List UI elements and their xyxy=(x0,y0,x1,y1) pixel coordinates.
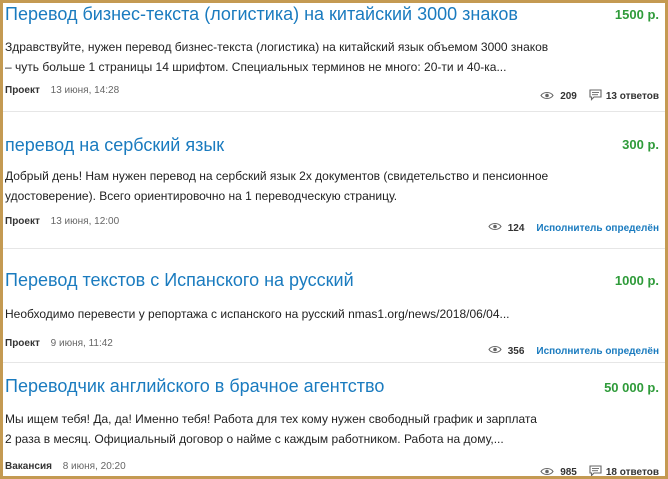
listing-date: 13 июня, 12:00 xyxy=(50,216,120,227)
listing-card: Перевод текстов с Испанского на русский … xyxy=(3,249,665,363)
listing-title[interactable]: перевод на сербский язык xyxy=(5,134,224,156)
listing-meta: Проект 9 июня, 11:42 xyxy=(5,338,113,349)
eye-icon xyxy=(540,91,554,103)
listing-price: 1000 р. xyxy=(614,273,659,288)
description-line: – чуть больше 1 страницы 14 шрифтом. Спе… xyxy=(5,60,507,74)
listing-description: Здравствуйте, нужен перевод бизнес-текст… xyxy=(5,37,651,77)
listing-description: Добрый день! Нам нужен перевод на сербск… xyxy=(5,166,651,206)
listings-frame: Перевод бизнес-текста (логистика) на кит… xyxy=(0,0,668,479)
listing-meta: Проект 13 июня, 14:28 xyxy=(5,85,119,96)
listing-price: 300 р. xyxy=(622,137,659,152)
eye-icon xyxy=(488,345,502,357)
listing-stats: 209 13 ответов xyxy=(540,89,659,104)
answers-link[interactable]: 13 ответов xyxy=(606,91,659,102)
comment-icon xyxy=(589,465,602,476)
listing-title[interactable]: Перевод бизнес-текста (логистика) на кит… xyxy=(5,3,518,25)
listing-stats: 356 Исполнитель определён xyxy=(488,345,659,357)
description-line: удостоверение). Всего ориентировочно на … xyxy=(5,189,398,203)
comment-icon xyxy=(589,89,602,104)
listing-card: Перевод бизнес-текста (логистика) на кит… xyxy=(3,3,665,112)
listing-title[interactable]: Переводчик английского в брачное агентст… xyxy=(5,375,384,397)
listing-stats: 124 Исполнитель определён xyxy=(488,222,659,234)
description-line: Мы ищем тебя! Да, да! Именно тебя! Работ… xyxy=(5,412,537,426)
listing-meta: Вакансия 8 июня, 20:20 xyxy=(5,461,126,472)
listing-type: Проект xyxy=(5,216,40,227)
views-count: 209 xyxy=(560,91,577,102)
description-line: 2 раза в месяц. Официальный договор о на… xyxy=(5,432,504,446)
listing-description: Необходимо перевести у репортажа с испан… xyxy=(5,304,651,324)
eye-icon xyxy=(540,467,554,477)
listing-title[interactable]: Перевод текстов с Испанского на русский xyxy=(5,269,354,291)
listing-card: перевод на сербский язык 300 р. Добрый д… xyxy=(3,124,665,249)
views-count: 985 xyxy=(560,467,577,478)
listing-card: Переводчик английского в брачное агентст… xyxy=(3,363,665,476)
listing-date: 13 июня, 14:28 xyxy=(50,85,120,96)
status-link[interactable]: Исполнитель определён xyxy=(536,223,659,234)
listing-type: Проект xyxy=(5,338,40,349)
answers-link[interactable]: 18 ответов xyxy=(606,467,659,476)
listing-meta: Проект 13 июня, 12:00 xyxy=(5,216,119,227)
status-link[interactable]: Исполнитель определён xyxy=(536,346,659,357)
description-line: Добрый день! Нам нужен перевод на сербск… xyxy=(5,169,549,183)
listing-price: 50 000 р. xyxy=(604,380,659,395)
eye-icon xyxy=(488,222,502,234)
views-count: 124 xyxy=(507,222,525,234)
listing-date: 9 июня, 11:42 xyxy=(50,338,113,349)
listing-type: Проект xyxy=(5,85,40,96)
listing-price: 1500 р. xyxy=(614,7,659,22)
description-line: Здравствуйте, нужен перевод бизнес-текст… xyxy=(5,40,549,54)
listing-type: Вакансия xyxy=(5,461,52,472)
description-line: Необходимо перевести у репортажа с испан… xyxy=(5,307,510,321)
listing-description: Мы ищем тебя! Да, да! Именно тебя! Работ… xyxy=(5,409,651,449)
listing-date: 8 июня, 20:20 xyxy=(62,461,126,472)
views-count: 356 xyxy=(507,345,525,357)
listing-stats: 985 18 ответов xyxy=(540,465,659,478)
